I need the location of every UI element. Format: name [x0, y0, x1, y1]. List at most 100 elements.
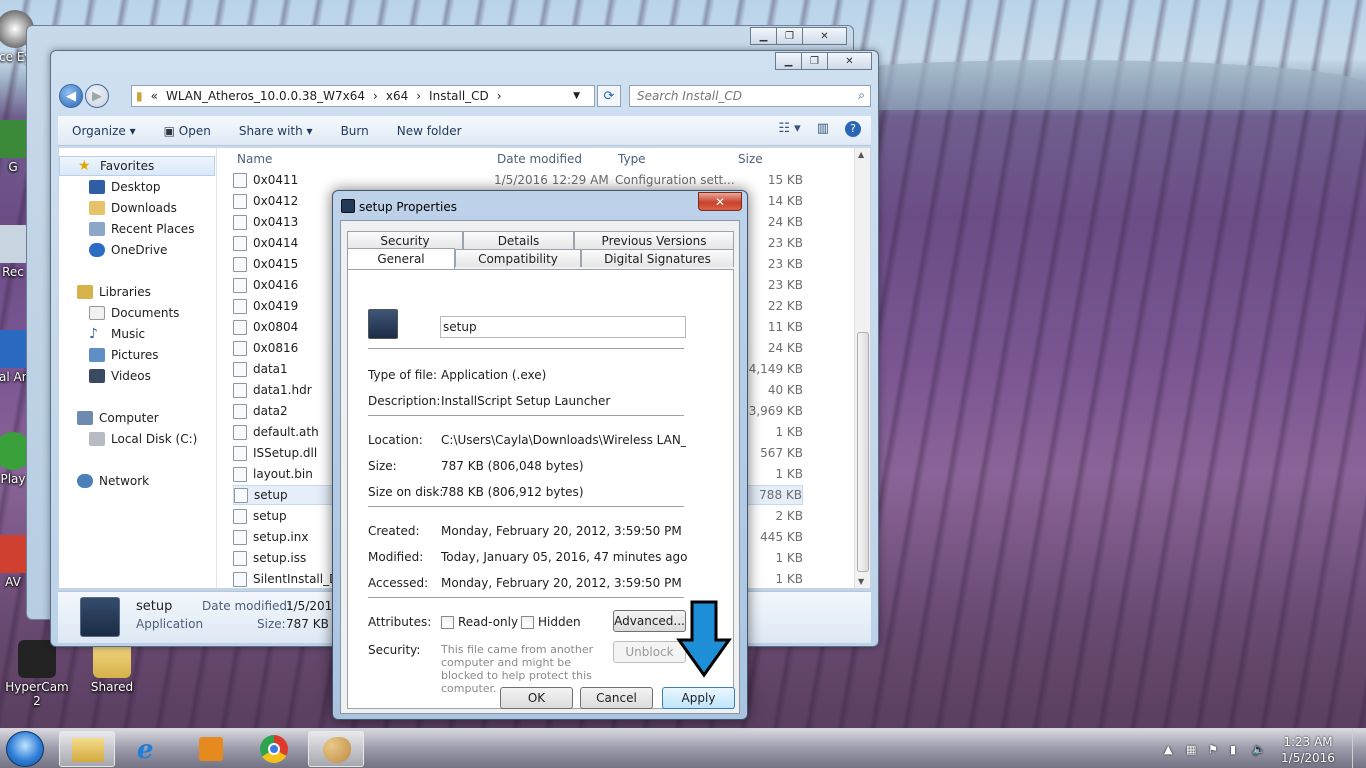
clock[interactable]: 1:23 AM 1/5/2016 — [1278, 734, 1338, 766]
desktop-icon-label: Rec — [2, 265, 24, 279]
close-button[interactable]: ✕ — [827, 52, 872, 70]
nav-computer[interactable]: Computer — [59, 408, 159, 428]
nav-downloads[interactable]: Downloads — [59, 198, 177, 218]
details-size-label: Size: — [257, 617, 286, 631]
details-kind: Application — [136, 617, 204, 631]
tab-previous-versions[interactable]: Previous Versions — [574, 231, 734, 249]
desktop-icon-hypercam[interactable]: HyperCam 2 — [2, 640, 72, 708]
file-name: setup — [253, 509, 287, 523]
column-header-date[interactable]: Date modified — [497, 152, 582, 166]
nav-recent-places[interactable]: Recent Places — [59, 219, 194, 239]
file-name: 0x0816 — [253, 341, 299, 355]
breadcrumb-x64[interactable]: x64 — [386, 89, 408, 103]
nav-videos[interactable]: Videos — [59, 366, 151, 386]
new-folder-button[interactable]: New folder — [383, 124, 476, 138]
file-row[interactable]: 0x0411 1/5/2016 12:29 AM Configuration set… — [233, 170, 803, 190]
tab-details[interactable]: Details — [463, 231, 574, 249]
nav-desktop[interactable]: Desktop — [59, 177, 161, 197]
search-input[interactable]: Search Install_CD ⌕ — [629, 85, 871, 107]
tab-general[interactable]: General — [347, 248, 455, 269]
nav-onedrive[interactable]: OneDrive — [59, 240, 167, 260]
column-header-size[interactable]: Size — [738, 152, 763, 166]
tab-compatibility[interactable]: Compatibility — [455, 249, 581, 267]
file-icon — [233, 424, 247, 440]
scrollbar-thumb[interactable] — [857, 332, 869, 572]
view-options-icon[interactable]: ☷ ▾ — [778, 121, 800, 137]
column-header-name[interactable]: Name — [237, 152, 272, 166]
ok-button[interactable]: OK — [500, 687, 573, 709]
network-status-icon[interactable]: ▦ — [1186, 743, 1200, 756]
nav-documents[interactable]: Documents — [59, 303, 179, 323]
breadcrumb-separator[interactable]: › — [416, 89, 421, 103]
chevron-down-icon[interactable]: ▼ — [573, 91, 580, 101]
file-name: 0x0414 — [253, 236, 299, 250]
breadcrumb-wlan[interactable]: WLAN_Atheros_10.0.0.38_W7x64 — [166, 89, 365, 103]
nav-music[interactable]: ♪ Music — [59, 324, 145, 344]
open-icon: ▣ — [163, 123, 179, 138]
column-header-type[interactable]: Type — [618, 152, 646, 166]
media-player-icon — [199, 737, 223, 761]
nav-local-disk[interactable]: Local Disk (C:) — [59, 429, 197, 449]
cancel-button[interactable]: Cancel — [580, 687, 653, 709]
minimize-button[interactable]: ▁ — [775, 52, 802, 70]
forward-button[interactable]: ▶ — [85, 84, 109, 108]
readonly-checkbox[interactable] — [441, 616, 454, 629]
breadcrumb-overflow[interactable]: « — [151, 89, 158, 103]
burn-button[interactable]: Burn — [327, 124, 383, 138]
nav-libraries[interactable]: Libraries — [59, 282, 151, 302]
volume-icon[interactable]: 🔈 — [1252, 743, 1266, 756]
action-center-flag-icon[interactable]: ⚑ — [1208, 743, 1222, 756]
back-button[interactable]: ◀ — [59, 84, 83, 108]
search-icon[interactable]: ⌕ — [858, 88, 865, 103]
file-date: 1/5/2016 12:29 AM — [494, 173, 609, 187]
taskbar-paint[interactable] — [308, 731, 364, 767]
file-name: setup.iss — [253, 551, 307, 565]
nav-favorites[interactable]: ★ Favorites — [59, 156, 215, 176]
hidden-label[interactable]: Hidden — [538, 615, 581, 629]
tab-security[interactable]: Security — [347, 231, 463, 249]
open-button[interactable]: ▣ Open — [150, 124, 225, 138]
apply-button[interactable]: Apply — [662, 687, 735, 709]
nav-network[interactable]: Network — [59, 471, 149, 491]
file-size: 1 KB — [775, 467, 803, 481]
taskbar-chrome[interactable] — [246, 731, 302, 767]
start-button[interactable] — [6, 731, 44, 767]
readonly-label[interactable]: Read-only — [458, 615, 518, 629]
nav-pictures[interactable]: Pictures — [59, 345, 159, 365]
scroll-up-icon[interactable]: ▲ — [858, 150, 864, 159]
minimize-button[interactable]: ▁ — [750, 27, 777, 45]
maximize-button[interactable]: ❐ — [801, 52, 828, 70]
desktop-icon-shared[interactable]: Shared — [77, 640, 147, 694]
show-hidden-icons-icon[interactable]: ▲ — [1164, 743, 1178, 756]
refresh-button[interactable]: ⟳ — [597, 85, 621, 107]
search-placeholder: Search Install_CD — [637, 89, 743, 103]
file-name: 0x0804 — [253, 320, 299, 334]
taskbar-media-player[interactable] — [183, 731, 239, 767]
dialog-close-button[interactable]: ✕ — [698, 192, 742, 211]
filename-field[interactable]: setup — [440, 316, 686, 338]
vertical-scrollbar[interactable]: ▲ ▼ — [854, 148, 870, 588]
hidden-checkbox[interactable] — [521, 616, 534, 629]
scroll-down-icon[interactable]: ▼ — [858, 577, 864, 586]
breadcrumb-separator[interactable]: › — [497, 89, 502, 103]
file-name: 0x0411 — [253, 173, 299, 187]
breadcrumb-separator[interactable]: › — [373, 89, 378, 103]
power-icon[interactable]: ▮ — [1230, 743, 1244, 756]
breadcrumb-install-cd[interactable]: Install_CD — [429, 89, 489, 103]
tab-digital-signatures[interactable]: Digital Signatures — [581, 249, 734, 267]
modified-label: Modified: — [368, 550, 424, 564]
close-button[interactable]: ✕ — [802, 27, 847, 45]
address-bar[interactable]: ▮ « WLAN_Atheros_10.0.0.38_W7x64 › x64 ›… — [131, 85, 595, 107]
help-icon[interactable]: ? — [845, 121, 861, 137]
taskbar-explorer[interactable] — [59, 731, 115, 767]
taskbar-internet-explorer[interactable]: e — [123, 731, 179, 767]
show-desktop-button[interactable] — [1352, 729, 1366, 768]
share-with-button[interactable]: Share with ▾ — [225, 124, 327, 138]
open-label: Open — [178, 123, 211, 138]
internet-explorer-icon: e — [137, 735, 154, 765]
maximize-button[interactable]: ❐ — [776, 27, 803, 45]
details-name: setup — [136, 599, 173, 614]
divider — [368, 597, 684, 598]
preview-pane-icon[interactable]: ▥ — [817, 121, 829, 137]
organize-button[interactable]: Organize ▾ — [58, 124, 150, 138]
